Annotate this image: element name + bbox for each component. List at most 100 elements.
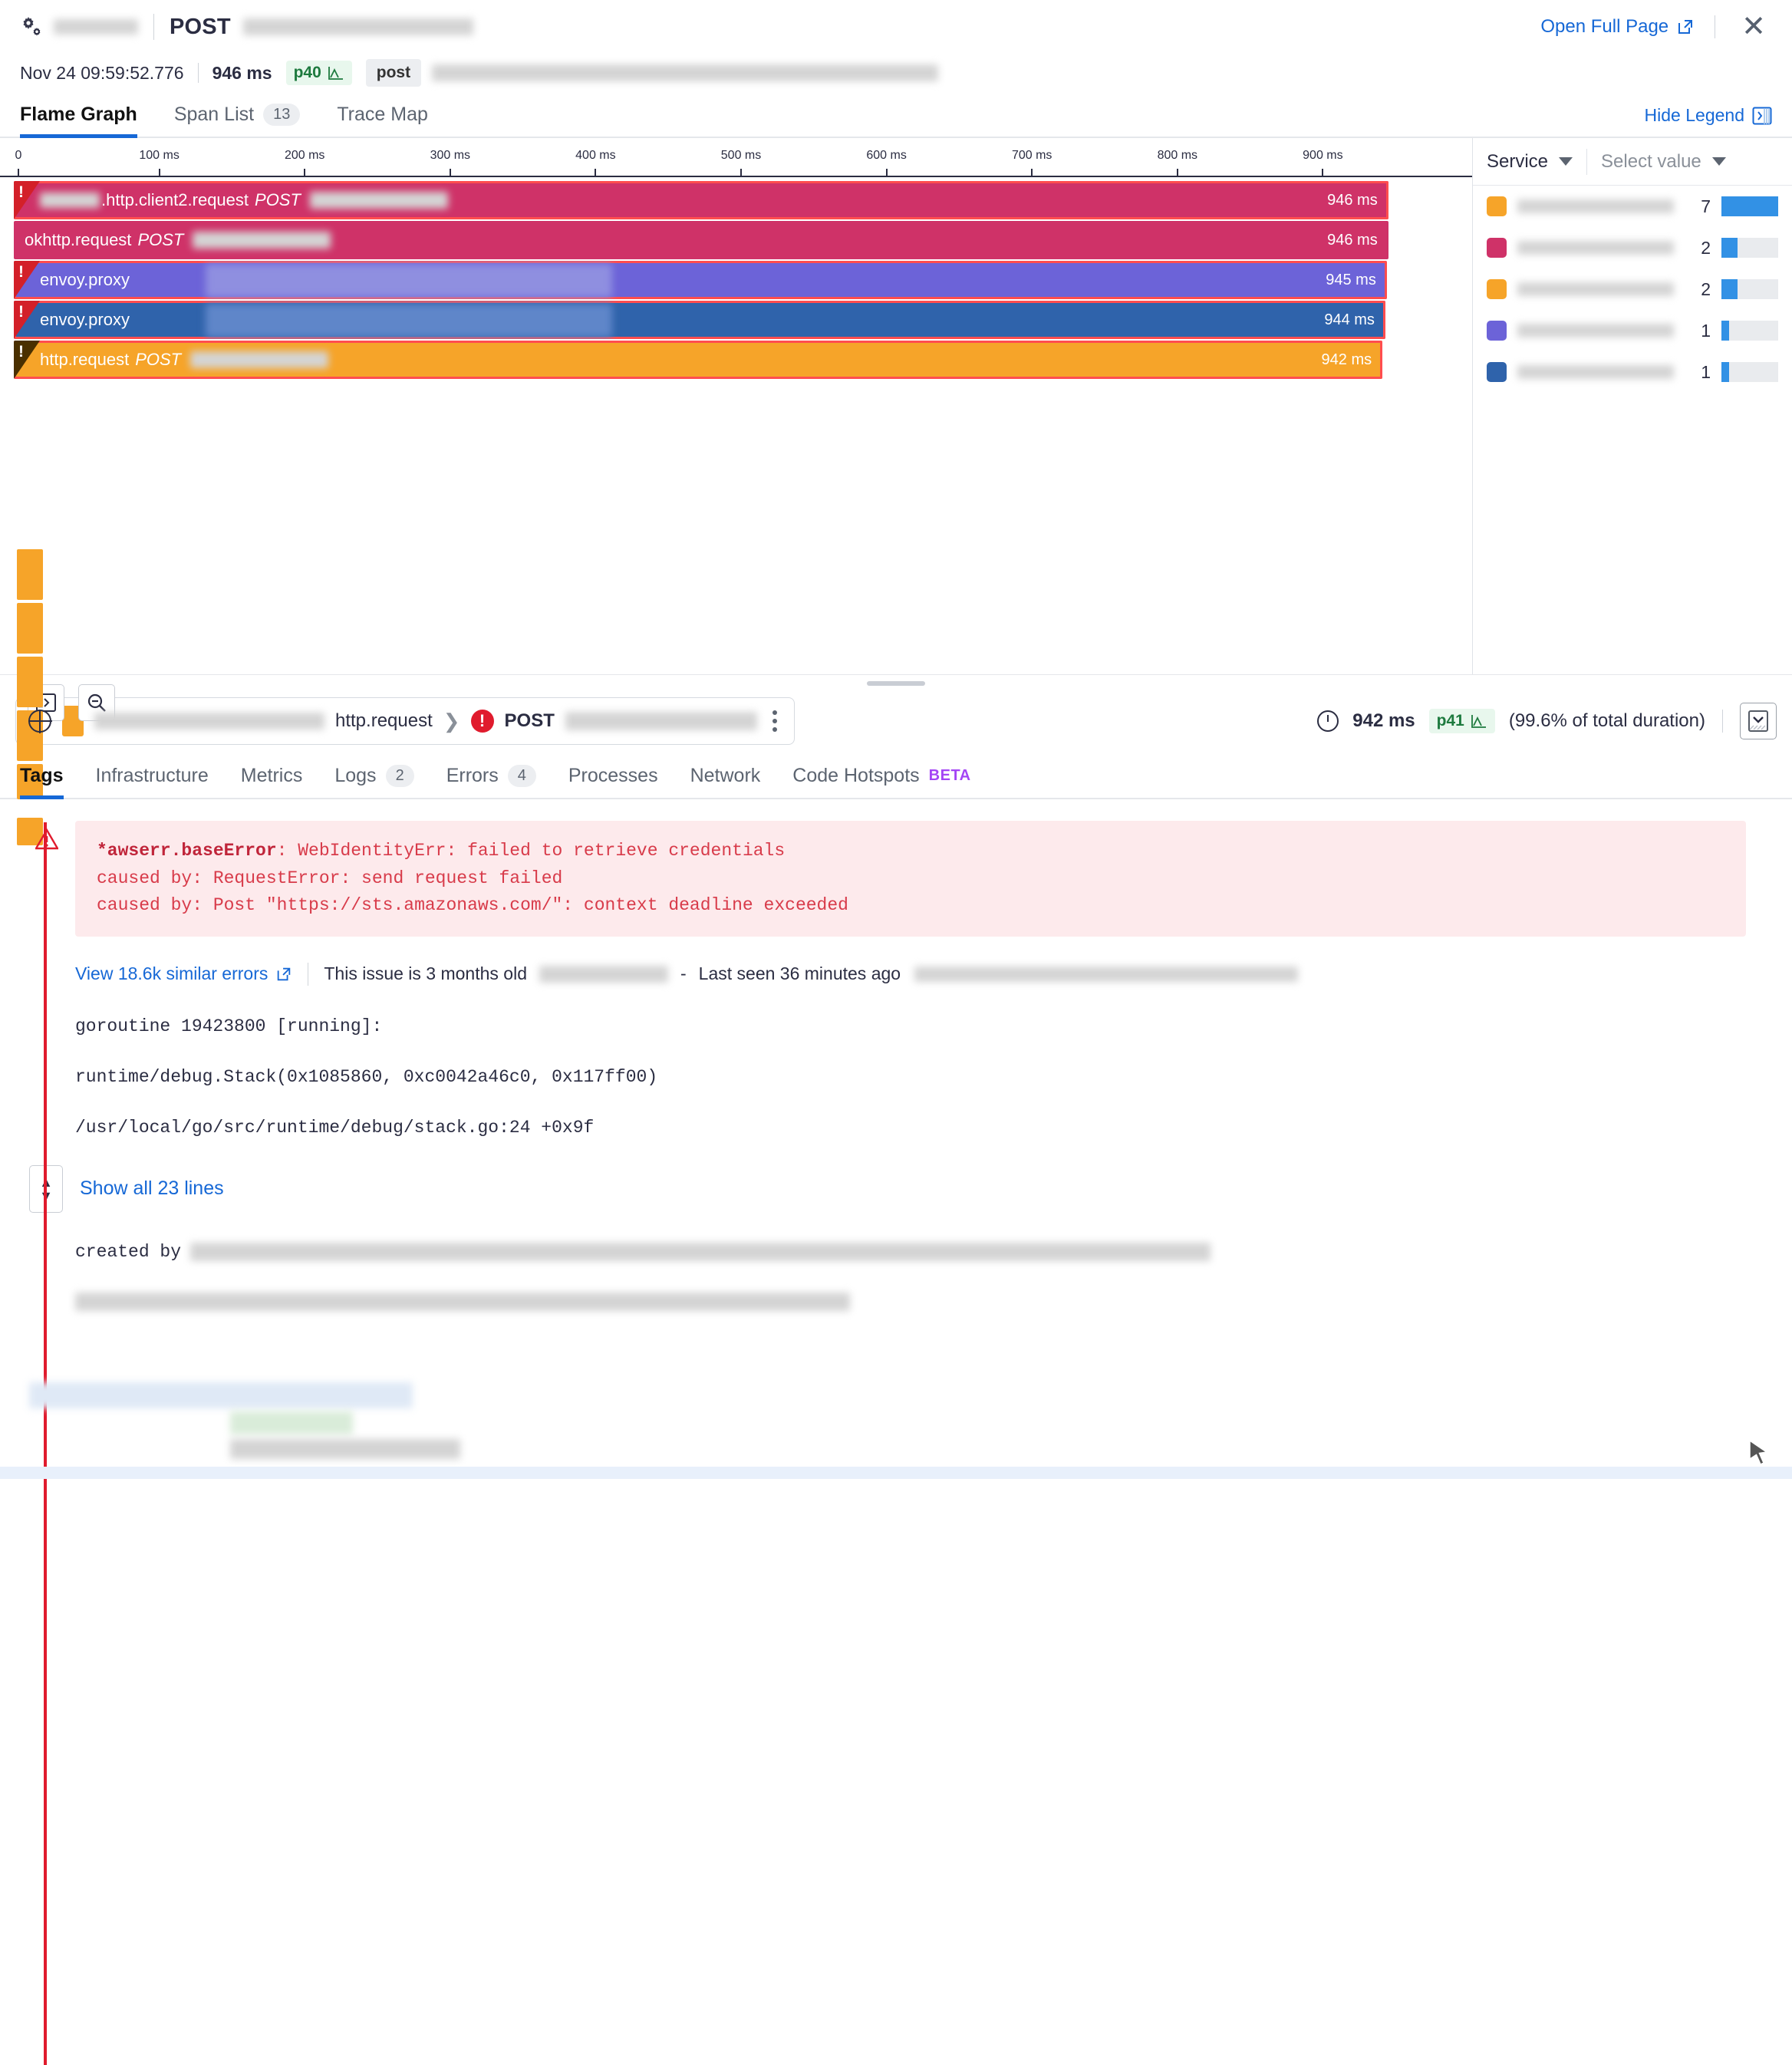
axis-tick-label: 600 ms — [866, 149, 907, 162]
span-operation-label: okhttp.request — [25, 230, 132, 249]
legend-count-bar — [1721, 196, 1778, 216]
tab-tags[interactable]: Tags — [20, 765, 64, 799]
external-link-icon — [278, 967, 291, 981]
tab-metrics[interactable]: Metrics — [241, 765, 303, 798]
axis-tick-label: 100 ms — [139, 149, 180, 162]
span-service-redacted — [94, 713, 324, 730]
legend-row[interactable]: 2 — [1473, 227, 1792, 268]
flame-span-bar[interactable]: ! http.request POST 942 ms — [14, 341, 1383, 379]
legend-value-placeholder: Select value — [1601, 150, 1701, 172]
created-by-row: created by — [75, 1242, 1792, 1262]
flame-graph-section: 0 100 ms 200 ms 300 ms 400 ms 500 ms 600 ms 700… — [0, 138, 1792, 845]
legend-service-name-redacted — [1517, 324, 1674, 338]
axis-baseline — [0, 176, 1472, 177]
legend-groupby-select[interactable]: Service — [1487, 151, 1573, 173]
legend-span-count: 2 — [1701, 278, 1711, 299]
tab-code-hotspots[interactable]: Code Hotspots BETA — [792, 765, 970, 798]
kebab-menu-icon[interactable] — [768, 710, 782, 732]
show-all-lines-link[interactable]: Show all 23 lines — [80, 1177, 224, 1200]
legend-row[interactable]: 2 — [1473, 268, 1792, 310]
axis-tick-label: 900 ms — [1303, 149, 1343, 162]
error-line-1: caused by: RequestError: send request fa… — [97, 868, 563, 888]
tab-span-list-label: Span List — [173, 104, 255, 125]
open-full-page-label: Open Full Page — [1540, 16, 1669, 37]
legend-color-swatch — [1487, 238, 1507, 258]
span-resource-redacted — [309, 192, 448, 209]
legend-count-bar-fill — [1721, 196, 1778, 216]
span-metrics-divider — [1722, 710, 1723, 733]
span-duration-label: 946 ms — [1327, 231, 1378, 249]
span-breadcrumb[interactable]: http.request ❯ ! POST — [15, 697, 795, 745]
flame-span-bar[interactable]: ! envoy.proxy 945 ms — [14, 261, 1387, 299]
collapse-panel-icon[interactable] — [1740, 703, 1777, 739]
tab-errors[interactable]: Errors 4 — [446, 765, 536, 798]
mini-span-segment[interactable] — [17, 657, 43, 707]
legend-color-swatch — [1487, 321, 1507, 341]
error-line-2: caused by: Post "https://sts.amazonaws.c… — [97, 895, 848, 916]
span-resource-redacted — [193, 232, 331, 249]
flame-graph-canvas[interactable]: 0 100 ms 200 ms 300 ms 400 ms 500 ms 600 ms 700… — [0, 138, 1473, 845]
tab-trace-map[interactable]: Trace Map — [337, 104, 428, 137]
tab-infrastructure[interactable]: Infrastructure — [96, 765, 209, 798]
legend-groupby-label: Service — [1487, 150, 1549, 172]
span-method-label: POST — [135, 350, 182, 369]
legend-row[interactable]: 1 — [1473, 351, 1792, 393]
span-duration: 942 ms — [1352, 710, 1415, 731]
legend-count-bar — [1721, 321, 1778, 341]
legend-value-select[interactable]: Select value — [1601, 151, 1726, 173]
header-resource-redacted — [242, 18, 473, 35]
chevron-right-icon: ❯ — [443, 709, 460, 733]
tab-label: Infrastructure — [95, 765, 209, 786]
tab-processes[interactable]: Processes — [568, 765, 658, 798]
span-row: okhttp.request POST 946 ms — [0, 221, 1472, 259]
span-error-flag-icon: ! — [14, 301, 40, 339]
error-line-0-rest: : WebIdentityErr: failed to retrieve cre… — [276, 841, 786, 861]
span-row: ! .http.client2.request POST 946 ms — [0, 181, 1472, 219]
tab-label: Code Hotspots — [792, 765, 920, 786]
tab-span-list[interactable]: Span List 13 — [174, 104, 301, 137]
flame-span-bar[interactable]: ! .http.client2.request POST 946 ms — [14, 181, 1388, 219]
tab-logs[interactable]: Logs 2 — [334, 765, 414, 798]
trace-header: POST Open Full Page ✕ — [0, 0, 1792, 54]
issue-age-label: This issue is 3 months old — [324, 963, 527, 984]
percentile-badge[interactable]: p40 — [285, 61, 352, 85]
tab-label: Metrics — [240, 765, 303, 786]
warning-triangle-icon — [34, 828, 60, 850]
latency-distribution-icon — [328, 67, 343, 80]
mini-span-segment[interactable] — [17, 549, 43, 600]
service-name-redacted — [54, 19, 138, 35]
panel-resize-handle[interactable] — [0, 675, 1792, 692]
span-detail-header: http.request ❯ ! POST 942 ms p41 (99.6% … — [0, 692, 1792, 750]
flame-span-bar[interactable]: ! envoy.proxy 944 ms — [14, 301, 1385, 339]
axis-tick-label: 300 ms — [430, 149, 471, 162]
error-meta-row: View 18.6k similar errors This issue is … — [75, 962, 1792, 986]
span-duration-label: 944 ms — [1324, 311, 1375, 328]
last-seen-label: Last seen 36 minutes ago — [698, 963, 901, 984]
flame-span-bar[interactable]: okhttp.request POST 946 ms — [14, 221, 1388, 259]
error-panel: *awserr.baseError: WebIdentityErr: faile… — [0, 799, 1792, 2065]
latency-distribution-icon — [1471, 715, 1486, 728]
stack-line-0: goroutine 19423800 [running]: — [75, 1016, 383, 1036]
close-icon[interactable]: ✕ — [1735, 12, 1772, 41]
created-by-value-redacted — [190, 1242, 1211, 1261]
legend-row[interactable]: 1 — [1473, 310, 1792, 351]
tab-flame-graph[interactable]: Flame Graph — [20, 104, 137, 138]
open-full-page-button[interactable]: Open Full Page — [1540, 16, 1695, 38]
legend-row[interactable]: 7 — [1473, 186, 1792, 227]
error-message-box: *awserr.baseError: WebIdentityErr: faile… — [75, 821, 1746, 937]
trace-timestamp: Nov 24 09:59:52.776 — [20, 62, 184, 83]
view-similar-errors-label: View 18.6k similar errors — [75, 963, 268, 984]
external-link-icon — [1678, 20, 1693, 34]
axis-tick-label: 700 ms — [1011, 149, 1052, 162]
mini-span-segment[interactable] — [17, 603, 43, 654]
hide-legend-button[interactable]: Hide Legend — [1645, 105, 1772, 137]
span-percentile-label: p41 — [1436, 712, 1464, 730]
span-row: ! envoy.proxy 944 ms — [0, 301, 1472, 339]
span-percentile-badge[interactable]: p41 — [1428, 709, 1495, 733]
legend-span-count: 2 — [1701, 237, 1711, 258]
tab-label: Tags — [20, 765, 64, 786]
trace-view-tabs: Flame Graph Span List 13 Trace Map Hide … — [0, 92, 1792, 138]
view-similar-errors-link[interactable]: View 18.6k similar errors — [75, 963, 292, 984]
span-duration-label: 942 ms — [1321, 351, 1372, 368]
tab-network[interactable]: Network — [690, 765, 761, 798]
